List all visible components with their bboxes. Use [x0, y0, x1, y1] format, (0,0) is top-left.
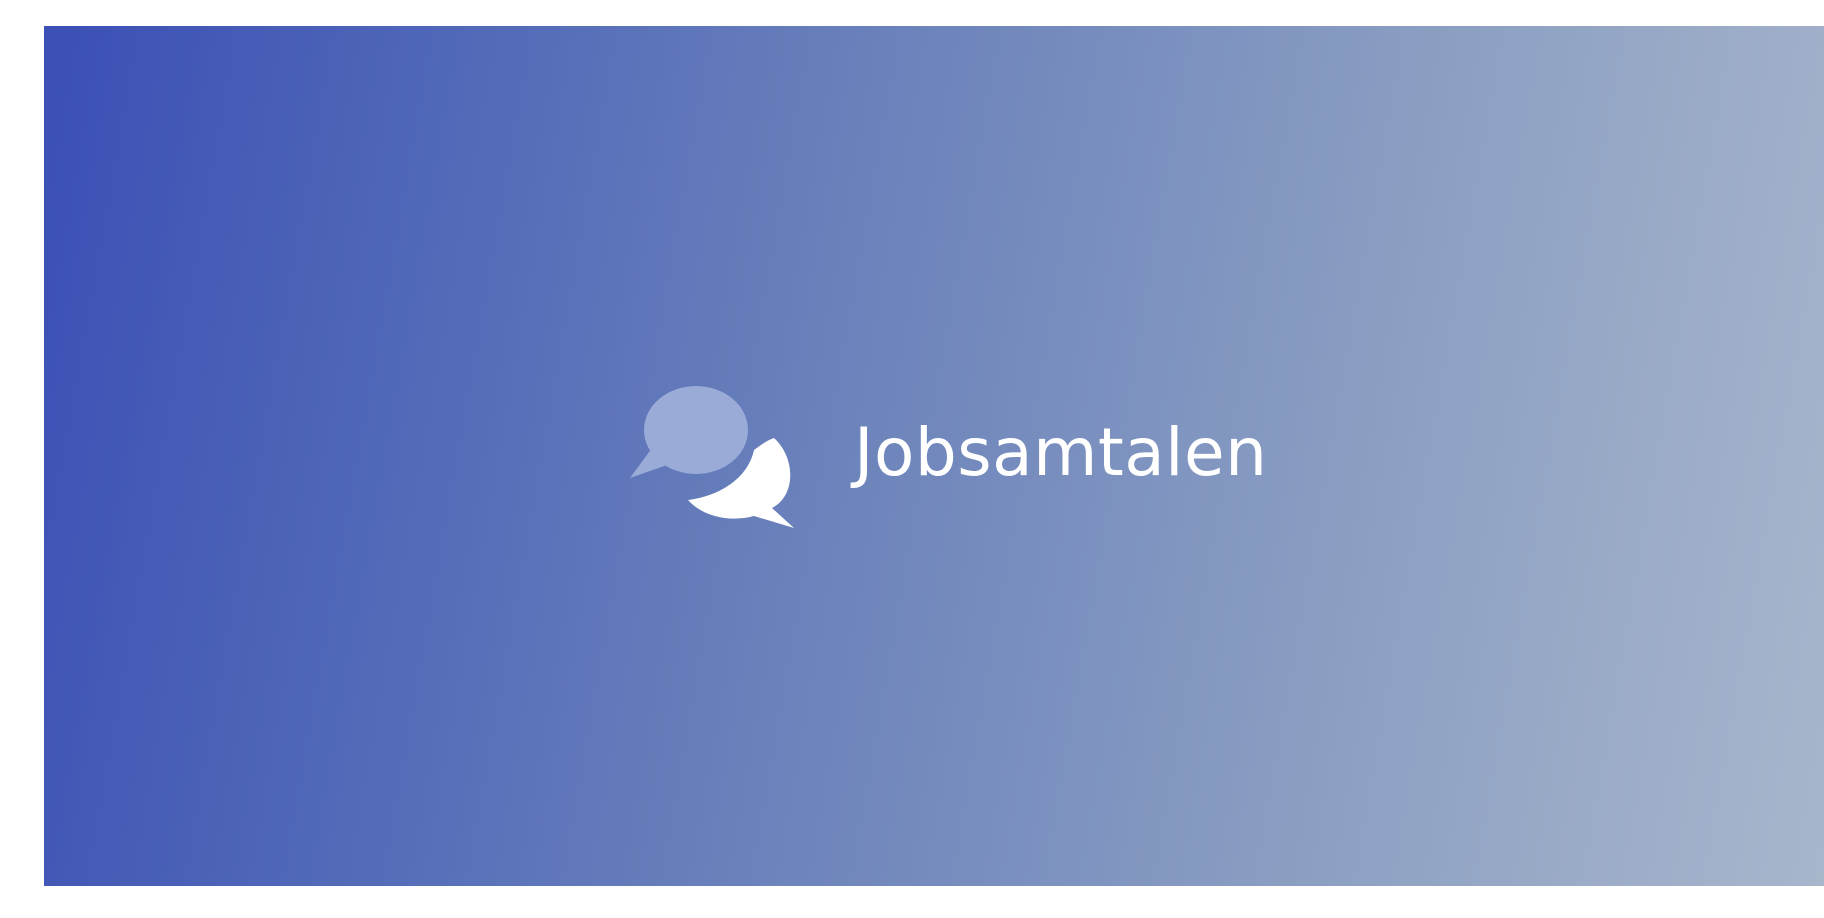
brand-name: Jobsamtalen [854, 414, 1268, 491]
speech-bubbles-icon [630, 386, 794, 528]
page: Jobsamtalen [0, 0, 1824, 918]
hero-banner: Jobsamtalen [44, 26, 1824, 886]
brand-logo[interactable]: Jobsamtalen [624, 378, 1267, 528]
